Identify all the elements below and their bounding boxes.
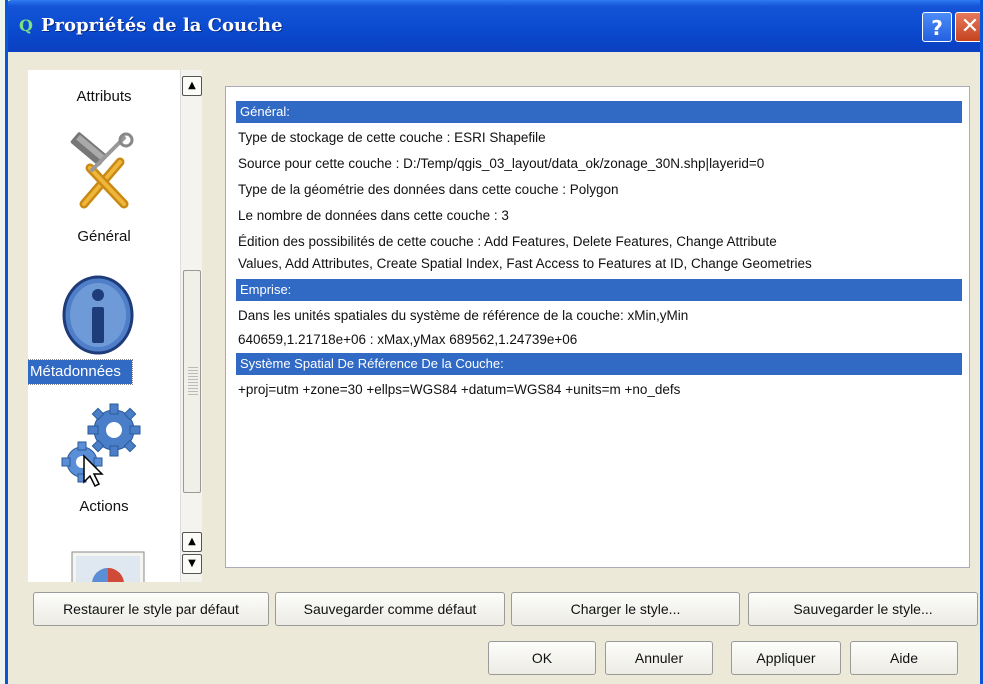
close-button[interactable]: ✕ <box>955 12 980 42</box>
ok-button[interactable]: OK <box>488 641 596 675</box>
section-general-header: Général: <box>236 101 962 123</box>
cancel-button[interactable]: Annuler <box>605 641 713 675</box>
layer-properties-dialog: Q Propriétés de la Couche ? ✕ Attributs … <box>5 0 983 684</box>
scroll-down-button[interactable]: ▼ <box>182 554 202 574</box>
help-title-button[interactable]: ? <box>922 12 952 42</box>
sidebar-item-general[interactable]: Général <box>28 228 180 245</box>
scrollbar-thumb[interactable] <box>183 270 201 493</box>
gears-icon[interactable] <box>56 400 146 490</box>
metadata-line: Type de stockage de cette couche : ESRI … <box>238 130 546 145</box>
title-bar[interactable]: Q Propriétés de la Couche ? ✕ <box>8 0 980 52</box>
metadata-line: Le nombre de données dans cette couche :… <box>238 208 509 223</box>
save-as-default-button[interactable]: Sauvegarder comme défaut <box>275 592 505 626</box>
scroll-up-button-bottom[interactable]: ▲ <box>182 532 202 552</box>
metadata-line: 640659,1.21718e+06 : xMax,yMax 689562,1.… <box>238 332 578 347</box>
metadata-line: Dans les unités spatiales du système de … <box>238 308 689 323</box>
restore-default-style-button[interactable]: Restaurer le style par défaut <box>33 592 269 626</box>
metadata-line: Values, Add Attributes, Create Spatial I… <box>238 256 812 271</box>
metadata-line: Source pour cette couche : D:/Temp/qgis_… <box>238 156 765 171</box>
window-title: Propriétés de la Couche <box>41 15 283 36</box>
help-button[interactable]: Aide <box>850 641 958 675</box>
section-extent-header: Emprise: <box>236 279 962 301</box>
sidebar-list: Attributs Général Métadonnées Actions <box>28 70 180 582</box>
sidebar-scrollbar[interactable]: ▲ ▲ ▼ <box>180 70 202 582</box>
metadata-panel[interactable]: Général: Type de stockage de cette couch… <box>225 86 970 568</box>
grip-icon <box>188 367 198 397</box>
save-style-button[interactable]: Sauvegarder le style... <box>748 592 978 626</box>
qgis-q-icon: Q <box>19 16 33 35</box>
map-icon[interactable] <box>68 548 148 582</box>
section-srs-header: Système Spatial De Référence De la Couch… <box>236 353 962 375</box>
load-style-button[interactable]: Charger le style... <box>511 592 740 626</box>
metadata-line: +proj=utm +zone=30 +ellps=WGS84 +datum=W… <box>238 382 681 397</box>
metadata-line: Type de la géométrie des données dans ce… <box>238 182 619 197</box>
sidebar-item-actions[interactable]: Actions <box>28 498 180 515</box>
sidebar-item-attributs[interactable]: Attributs <box>28 88 180 105</box>
apply-button[interactable]: Appliquer <box>731 641 841 675</box>
sidebar-item-metadonnees[interactable]: Métadonnées <box>28 359 133 385</box>
metadata-line: Édition des possibilités de cette couche… <box>238 234 777 249</box>
tools-icon[interactable] <box>64 132 144 212</box>
info-icon[interactable] <box>60 275 136 355</box>
scroll-up-button[interactable]: ▲ <box>182 76 202 96</box>
